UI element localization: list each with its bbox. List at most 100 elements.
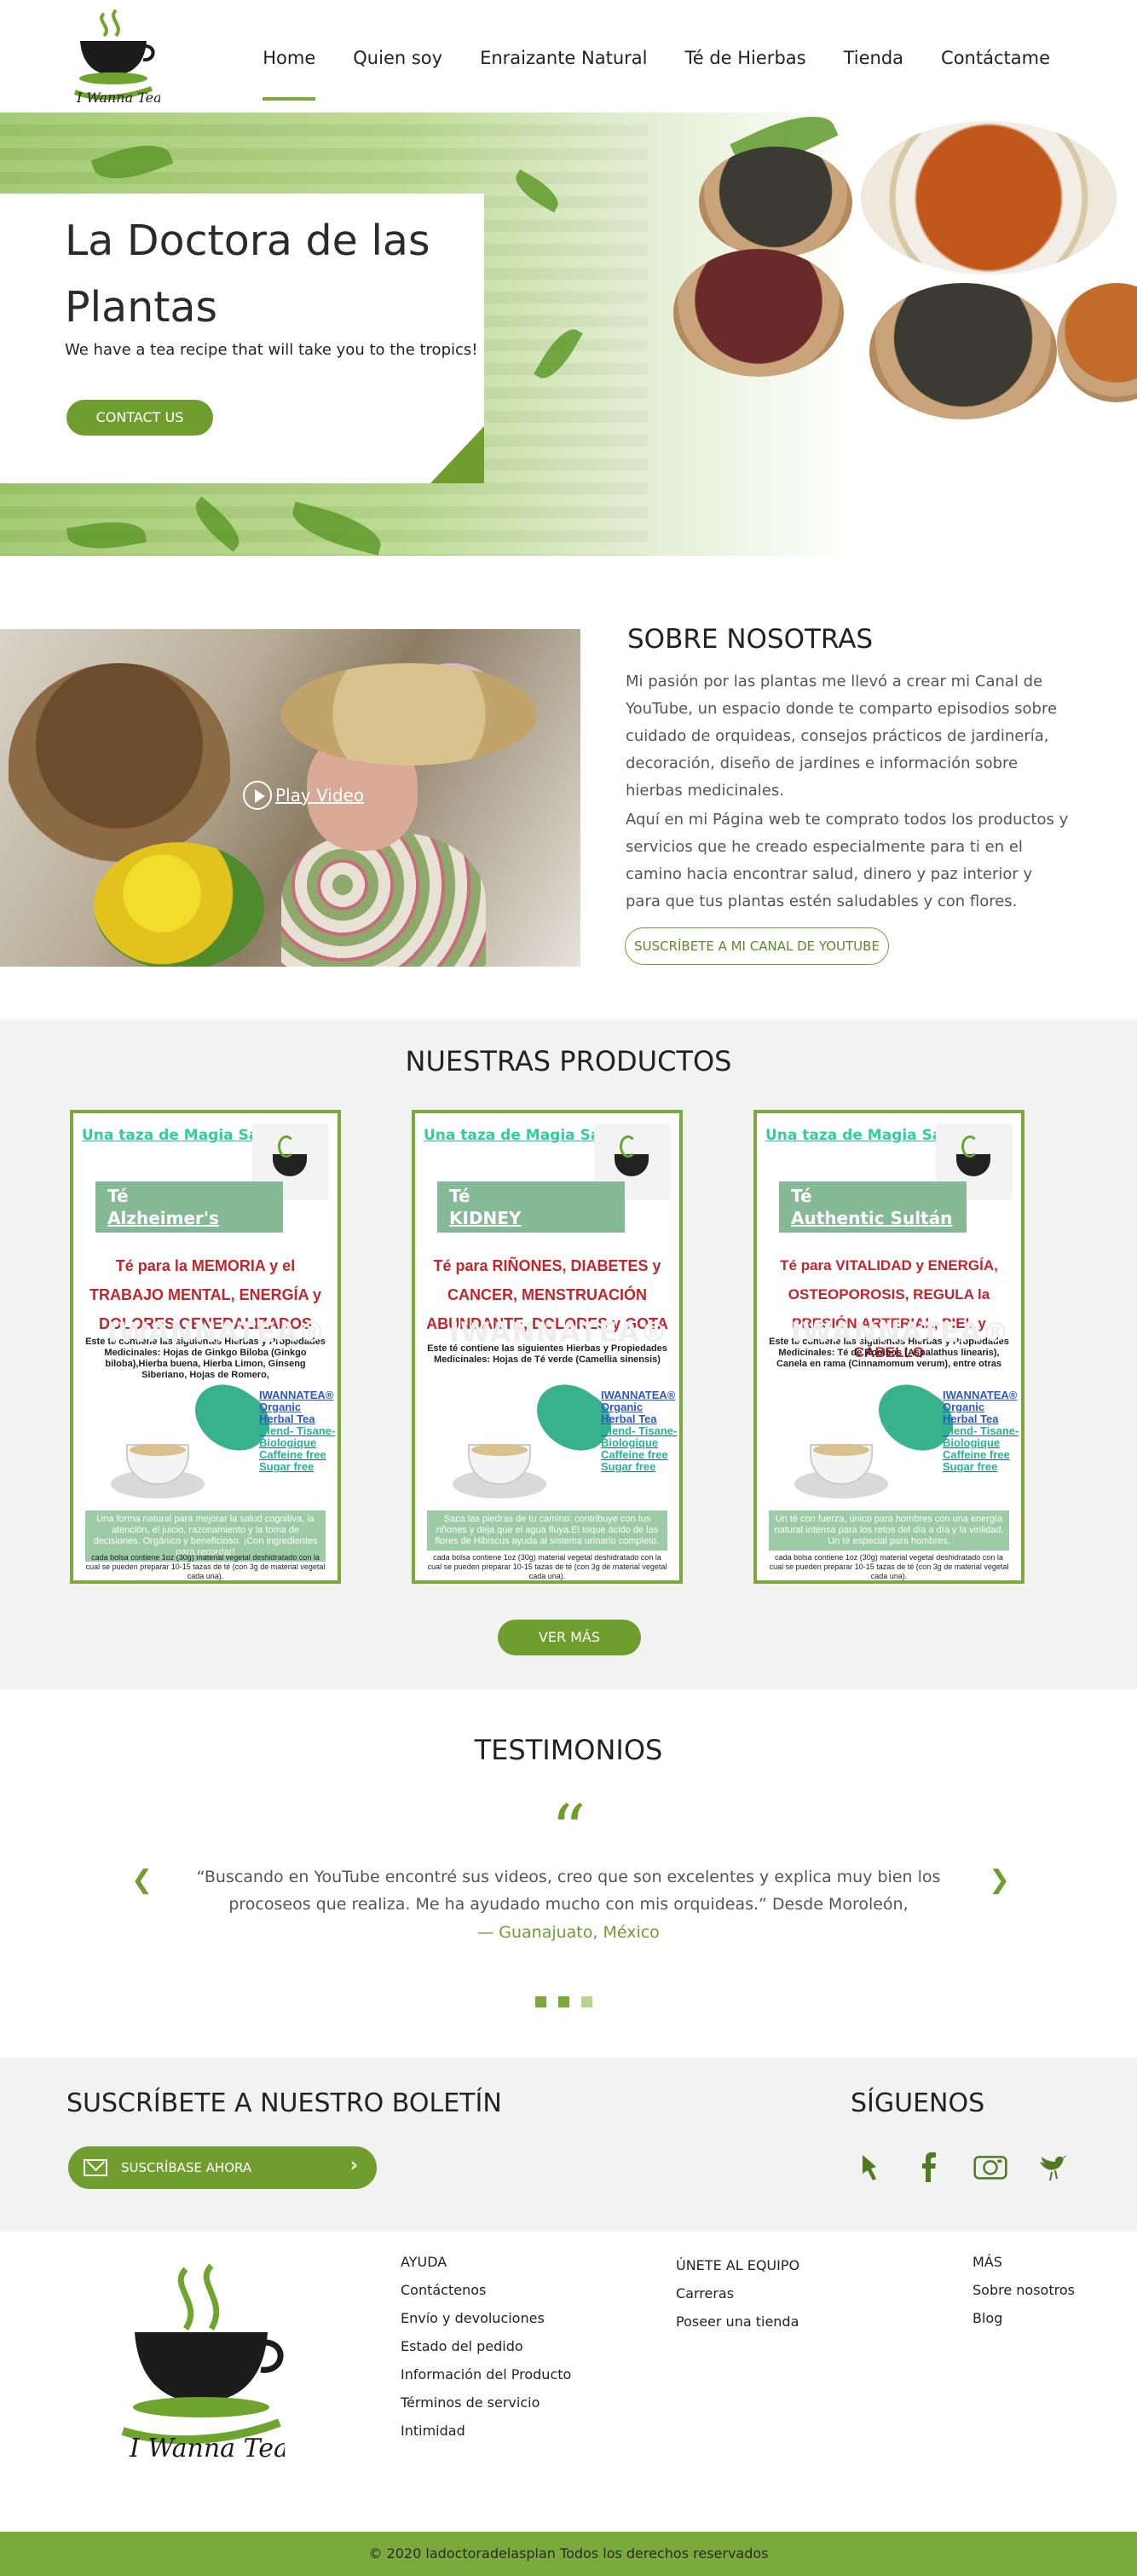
site-logo[interactable]: I Wanna Tea — [66, 7, 160, 107]
testimonial-pagination — [535, 1996, 592, 2007]
product-label: Té — [449, 1186, 470, 1206]
svg-text:I Wanna Tea: I Wanna Tea — [129, 2434, 285, 2463]
product-description: Saca las piedras de tu camino: contribuy… — [427, 1510, 667, 1551]
footer-link[interactable]: Poseer una tienda — [676, 2313, 799, 2330]
prev-testimonial-arrow[interactable]: ❮ — [131, 1865, 153, 1895]
product-label: Té — [107, 1186, 129, 1206]
top-navigation: I Wanna Tea Home Quien soy Enraizante Na… — [0, 0, 1137, 113]
play-video-button[interactable]: Play Video — [243, 781, 364, 810]
pack-line: Blend- Tisane- — [259, 1424, 336, 1437]
product-watermark: IWANNATEA® — [449, 1316, 668, 1349]
pack-line: IWANNATEA® — [943, 1389, 1018, 1401]
product-card[interactable]: Una taza de Magia Saludable Té Alzheimer… — [70, 1110, 341, 1584]
instagram-icon[interactable] — [973, 2150, 1007, 2184]
pack-line: Organic Herbal Tea — [943, 1401, 999, 1425]
testimonials-title: TESTIMONIOS — [474, 1734, 663, 1766]
product-card[interactable]: Una taza de Magia Saludable Té Authentic… — [753, 1110, 1024, 1584]
copyright-bar: © 2020 ladoctoradelasplan Todos los dere… — [0, 2532, 1137, 2576]
tea-bowl-image — [869, 283, 1057, 419]
subscribe-youtube-button[interactable]: SUSCRÍBETE A MI CANAL DE YOUTUBE — [625, 927, 889, 965]
pack-line: Organic Herbal Tea — [601, 1401, 657, 1425]
footer-link[interactable]: Carreras — [676, 2285, 799, 2302]
tea-bowl-image — [699, 147, 852, 257]
footer-link[interactable]: Sobre nosotros — [973, 2282, 1075, 2298]
nav-contactame[interactable]: Contáctame — [922, 48, 1069, 68]
tea-bowl-image — [1057, 283, 1137, 402]
product-card[interactable]: Una taza de Magia Saludable Té KIDNEY CL… — [412, 1110, 683, 1584]
nav-home[interactable]: Home — [244, 48, 334, 101]
facebook-icon[interactable] — [912, 2150, 946, 2184]
next-testimonial-arrow[interactable]: ❯ — [989, 1865, 1010, 1895]
pack-line: Organic Herbal Tea — [259, 1401, 315, 1425]
pack-line: Blend- Tisane- — [601, 1424, 678, 1437]
newsletter-section: SUSCRÍBETE A NUESTRO BOLETÍN SUSCRÍBASE … — [0, 2058, 1137, 2232]
product-name-box: Té KIDNEY CLEANSER — [437, 1181, 625, 1250]
nav-quien-soy[interactable]: Quien soy — [334, 48, 461, 68]
video-person-image — [281, 834, 486, 967]
pack-line: Sugar free — [943, 1460, 998, 1473]
pack-line: Blend- Tisane- — [943, 1424, 1019, 1437]
testimonial-text: “Buscando en YouTube encontré sus videos… — [196, 1868, 941, 1914]
product-name: Alzheimer's enemy — [107, 1208, 219, 1250]
footer-column-help: AYUDA Contáctenos Envío y devoluciones E… — [401, 2254, 571, 2451]
about-video[interactable]: Play Video — [0, 629, 580, 967]
pagination-dot[interactable] — [535, 1996, 546, 2007]
product-pack-label: IWANNATEA® Organic Herbal Tea Blend- Tis… — [943, 1389, 1021, 1473]
pack-line: IWANNATEA® — [259, 1389, 334, 1401]
about-paragraph: Mi pasión por las plantas me llevó a cre… — [626, 673, 1058, 800]
footer-column-title: ÚNETE AL EQUIPO — [676, 2257, 800, 2273]
footer-link[interactable]: Intimidad — [401, 2423, 571, 2439]
tea-cup-icon — [111, 1435, 205, 1504]
tea-bowl-image — [673, 249, 844, 377]
products-title: NUESTRAS PRODUCTOS — [405, 1045, 732, 1077]
pack-line: Caffeine free — [259, 1448, 326, 1461]
subscribe-now-label: SUSCRÍBASE AHORA — [121, 2160, 252, 2175]
about-paragraph: Aquí en mi Página web te comprato todos … — [626, 811, 1069, 910]
product-name-box: Té Authentic Sultán — [779, 1181, 967, 1233]
products-section: NUESTRAS PRODUCTOS Una taza de Magia Sal… — [0, 1019, 1137, 1689]
nav-tienda[interactable]: Tienda — [825, 48, 922, 68]
pack-line: Sugar free — [601, 1460, 656, 1473]
subscribe-now-button[interactable]: SUSCRÍBASE AHORA › — [68, 2146, 377, 2189]
pagination-dot[interactable] — [581, 1996, 592, 2007]
testimonial-author: — Guanajuato, México — [477, 1923, 660, 1942]
tea-cup-icon — [453, 1435, 546, 1504]
pin-icon[interactable] — [851, 2150, 885, 2184]
video-flowers-image — [94, 842, 264, 967]
product-pack-label: IWANNATEA® Organic Herbal Tea Blend- Tis… — [259, 1389, 338, 1473]
footer-link[interactable]: Blog — [973, 2310, 1075, 2326]
footer-link[interactable]: Estado del pedido — [401, 2338, 571, 2354]
twitter-icon[interactable] — [1035, 2150, 1069, 2184]
hero-title: La Doctora de las Plantas — [65, 217, 430, 332]
tea-cup-image — [861, 121, 1117, 274]
chevron-right-icon: › — [349, 2155, 358, 2176]
pack-line: Caffeine free — [943, 1448, 1010, 1461]
about-text: Mi pasión por las plantas me llevó a cre… — [626, 668, 1069, 915]
video-hat-image — [281, 663, 537, 765]
product-fine-print: cada bolsa contiene 1oz (30g) material v… — [769, 1553, 1009, 1580]
footer-link[interactable]: Términos de servicio — [401, 2394, 571, 2411]
video-basket-image — [9, 663, 230, 868]
nav-enraizante-natural[interactable]: Enraizante Natural — [461, 48, 666, 68]
svg-text:I Wanna Tea: I Wanna Tea — [76, 90, 160, 106]
footer-column-title: AYUDA — [401, 2254, 447, 2270]
footer-logo[interactable]: I Wanna Tea — [118, 2261, 285, 2465]
product-name: Authentic Sultán — [791, 1208, 953, 1228]
pack-line: Caffeine free — [601, 1448, 668, 1461]
product-pack-label: IWANNATEA® Organic Herbal Tea Blend- Tis… — [601, 1389, 679, 1473]
hero-banner: La Doctora de las Plantas We have a tea … — [0, 113, 1137, 556]
ver-mas-button[interactable]: VER MÁS — [498, 1620, 641, 1655]
product-fine-print: cada bolsa contiene 1oz (30g) material v… — [427, 1553, 667, 1580]
footer-column-join: ÚNETE AL EQUIPO Carreras Poseer una tien… — [676, 2257, 799, 2342]
footer-link[interactable]: Información del Producto — [401, 2366, 571, 2383]
tea-cup-icon — [794, 1435, 888, 1504]
social-links — [851, 2150, 1069, 2184]
product-name-box: Té Alzheimer's enemy — [95, 1181, 283, 1250]
footer-link[interactable]: Envío y devoluciones — [401, 2310, 571, 2326]
footer-link[interactable]: Contáctenos — [401, 2282, 571, 2298]
product-watermark: IWANNATEA® — [107, 1316, 326, 1349]
pagination-dot[interactable] — [558, 1996, 569, 2007]
contact-us-button[interactable]: CONTACT US — [66, 400, 213, 436]
about-title: SOBRE NOSOTRAS — [627, 624, 874, 655]
nav-te-de-hierbas[interactable]: Té de Hierbas — [666, 48, 824, 68]
